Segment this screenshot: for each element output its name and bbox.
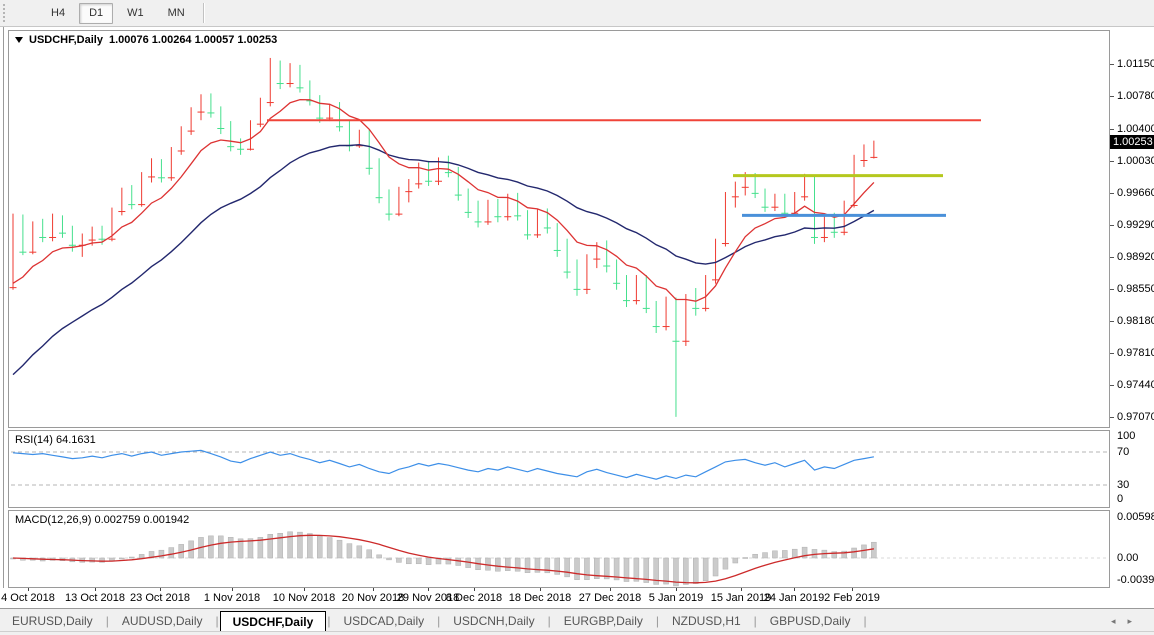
date-axis-label: 18 Dec 2018 xyxy=(509,592,571,604)
chart-symbol-label: USDCHF,Daily xyxy=(29,34,103,46)
chart-tab-audusd[interactable]: AUDUSD,Daily xyxy=(110,611,215,631)
price-axis-label: 0.97440 xyxy=(1117,380,1154,391)
rsi-label: RSI(14) 64.1631 xyxy=(15,434,96,446)
price-axis-label: 0.98920 xyxy=(1117,252,1154,263)
macd-axis-label: -0.003954 xyxy=(1117,575,1154,586)
chart-tab-eurusd[interactable]: EURUSD,Daily xyxy=(0,611,105,631)
date-axis-label: 1 Nov 2018 xyxy=(204,592,260,604)
date-axis-label: 5 Jan 2019 xyxy=(649,592,703,604)
macd-label: MACD(12,26,9) 0.002759 0.001942 xyxy=(15,514,189,526)
current-price-badge: 1.00253 xyxy=(1110,135,1154,149)
chart-ohlc-values: 1.00076 1.00264 1.00057 1.00253 xyxy=(109,34,277,46)
tab-scroll-arrows[interactable]: ◂▸ xyxy=(1111,616,1144,627)
date-axis-label: 2 Feb 2019 xyxy=(824,592,880,604)
tab-scroll-left-icon[interactable]: ◂ xyxy=(1111,616,1128,626)
period-tab-mn[interactable]: MN xyxy=(158,3,195,24)
price-axis-label: 0.97810 xyxy=(1117,348,1154,359)
date-axis-label: 13 Oct 2018 xyxy=(65,592,125,604)
price-chart-canvas[interactable] xyxy=(9,31,1109,427)
period-toolbar: H4D1W1MN xyxy=(0,0,1154,27)
rsi-axis-label: 100 xyxy=(1117,431,1135,442)
macd-axis-label: 0.00 xyxy=(1117,553,1138,564)
period-tab-h4[interactable]: H4 xyxy=(41,3,75,24)
rsi-line xyxy=(13,450,874,479)
date-axis-label: 15 Jan 2019 xyxy=(711,592,772,604)
chart-tab-eurgbp[interactable]: EURGBP,Daily xyxy=(552,611,655,631)
price-chart-panel[interactable]: USDCHF,Daily 1.00076 1.00264 1.00057 1.0… xyxy=(8,30,1110,428)
price-axis-label: 1.00030 xyxy=(1117,156,1154,167)
chart-tab-nzdusd[interactable]: NZDUSD,H1 xyxy=(660,611,753,631)
rsi-canvas[interactable] xyxy=(9,431,1109,507)
date-axis-label: 20 Nov 2018 xyxy=(342,592,404,604)
toolbar-separator xyxy=(203,3,205,23)
status-strip xyxy=(0,631,1154,635)
period-tab-w1[interactable]: W1 xyxy=(117,3,154,24)
date-axis-label: 23 Oct 2018 xyxy=(130,592,190,604)
chart-tab-usdchf[interactable]: USDCHF,Daily xyxy=(220,611,327,632)
macd-panel[interactable]: MACD(12,26,9) 0.002759 0.001942 xyxy=(8,510,1110,588)
date-axis-label: 24 Jan 2019 xyxy=(764,592,825,604)
price-axis-label: 0.98180 xyxy=(1117,316,1154,327)
period-tab-d1[interactable]: D1 xyxy=(79,3,113,24)
rsi-axis-label: 70 xyxy=(1117,447,1129,458)
toolbar-grip-icon[interactable] xyxy=(3,4,11,22)
price-axis-label: 0.98550 xyxy=(1117,284,1154,295)
price-axis-label: 0.99290 xyxy=(1117,220,1154,231)
tab-scroll-right-icon[interactable]: ▸ xyxy=(1127,616,1144,626)
price-axis-label: 1.01150 xyxy=(1117,59,1154,70)
macd-signal-line xyxy=(13,535,874,583)
chart-tab-gbpusd[interactable]: GBPUSD,Daily xyxy=(758,611,863,631)
rsi-axis-label: 0 xyxy=(1117,494,1123,505)
chart-tab-usdcnh[interactable]: USDCNH,Daily xyxy=(441,611,546,631)
price-axis[interactable]: 1.00253 1.01150 1.00780 1.00400 1.00030 0.99… xyxy=(1110,27,1154,608)
price-axis-label: 1.00400 xyxy=(1117,124,1154,135)
date-axis[interactable]: 4 Oct 2018 13 Oct 2018 23 Oct 2018 1 Nov 20… xyxy=(0,588,1110,608)
rsi-axis-label: 30 xyxy=(1117,480,1129,491)
date-axis-label: 8 Dec 2018 xyxy=(446,592,502,604)
tab-separator: | xyxy=(862,614,867,631)
date-axis-label: 10 Nov 2018 xyxy=(273,592,335,604)
price-axis-label: 0.97070 xyxy=(1117,412,1154,423)
date-axis-label: 27 Dec 2018 xyxy=(579,592,641,604)
window-left-frame xyxy=(3,27,5,631)
chart-title: USDCHF,Daily 1.00076 1.00264 1.00057 1.0… xyxy=(15,34,277,46)
macd-axis-label: 0.005985 xyxy=(1117,512,1154,523)
price-axis-label: 1.00780 xyxy=(1117,91,1154,102)
price-axis-label: 0.99660 xyxy=(1117,188,1154,199)
ma-fast-line xyxy=(13,100,874,302)
chart-dropdown-icon[interactable] xyxy=(15,37,23,43)
rsi-panel[interactable]: RSI(14) 64.1631 xyxy=(8,430,1110,508)
date-axis-label: 4 Oct 2018 xyxy=(1,592,55,604)
chart-tab-usdcad[interactable]: USDCAD,Daily xyxy=(331,611,436,631)
chart-tab-bar: EURUSD,Daily|AUDUSD,Daily|USDCHF,Daily|U… xyxy=(0,608,1154,631)
